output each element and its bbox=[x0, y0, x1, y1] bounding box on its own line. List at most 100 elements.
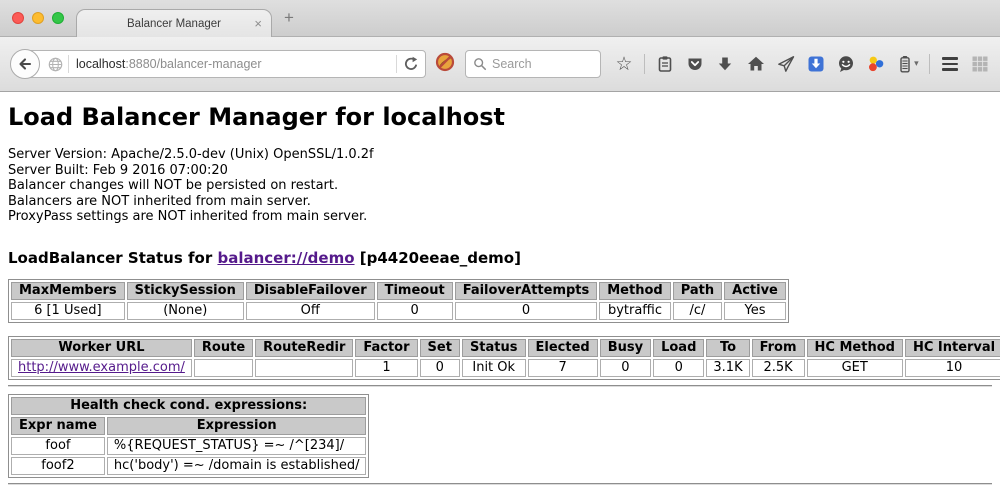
new-tab-button[interactable]: + bbox=[284, 8, 294, 28]
tab-title: Balancer Manager bbox=[127, 18, 221, 30]
expr-name-cell: foof2 bbox=[11, 457, 105, 475]
table-cell: 2.5K bbox=[752, 359, 805, 377]
window-close-button[interactable] bbox=[12, 12, 24, 24]
table-cell: Yes bbox=[724, 302, 786, 320]
extension-blue-download-icon[interactable] bbox=[806, 54, 826, 74]
column-header: HC Interval bbox=[905, 339, 1000, 357]
column-header: Active bbox=[724, 282, 786, 300]
column-header: HC Method bbox=[807, 339, 903, 357]
section-divider bbox=[8, 483, 992, 485]
page-title: Load Balancer Manager for localhost bbox=[8, 92, 992, 131]
column-header: Method bbox=[599, 282, 670, 300]
toolbar-separator bbox=[644, 54, 645, 74]
pocket-icon[interactable] bbox=[685, 54, 705, 74]
tab-close-icon[interactable]: × bbox=[254, 16, 262, 31]
table-cell: 0 bbox=[420, 359, 460, 377]
url-separator bbox=[396, 55, 397, 73]
table-cell: (None) bbox=[127, 302, 244, 320]
status-heading: LoadBalancer Status for balancer://demo … bbox=[8, 249, 992, 267]
balancer-table: MaxMembers StickySession DisableFailover… bbox=[8, 279, 789, 323]
column-header: To bbox=[706, 339, 749, 357]
extension-smiley-icon[interactable] bbox=[836, 54, 856, 74]
table-row: 6 [1 Used] (None) Off 0 0 bytraffic /c/ … bbox=[11, 302, 786, 320]
table-cell: 0 bbox=[600, 359, 651, 377]
table-cell: 0 bbox=[377, 302, 453, 320]
toolbar-separator bbox=[929, 54, 930, 74]
reload-button[interactable] bbox=[403, 56, 419, 72]
tab-bar: Balancer Manager × + bbox=[0, 0, 1000, 37]
url-bar[interactable]: localhost:8880/balancer-manager bbox=[25, 50, 426, 78]
tab-groups-icon[interactable] bbox=[970, 54, 990, 74]
extension-battery-icon bbox=[896, 55, 914, 73]
column-header: Busy bbox=[600, 339, 651, 357]
balancer-link[interactable]: balancer://demo bbox=[217, 249, 354, 267]
bookmark-star-icon[interactable]: ☆ bbox=[614, 54, 634, 74]
table-cell: Init Ok bbox=[462, 359, 526, 377]
column-header: From bbox=[752, 339, 805, 357]
worker-table: Worker URL Route RouteRedir Factor Set S… bbox=[8, 336, 1000, 380]
expr-name-cell: foof bbox=[11, 437, 105, 455]
extension-color-dots-icon[interactable] bbox=[866, 54, 886, 74]
table-row: http://www.example.com/ 1 0 Init Ok 7 0 … bbox=[11, 359, 1000, 377]
section-divider bbox=[8, 385, 992, 387]
server-info: Server Version: Apache/2.5.0-dev (Unix) … bbox=[8, 147, 992, 225]
worker-url-cell: http://www.example.com/ bbox=[11, 359, 192, 377]
search-placeholder: Search bbox=[492, 57, 532, 71]
column-header: Status bbox=[462, 339, 526, 357]
column-header: RouteRedir bbox=[255, 339, 353, 357]
column-header: Expr name bbox=[11, 417, 105, 435]
column-header: DisableFailover bbox=[246, 282, 375, 300]
column-header: Set bbox=[420, 339, 460, 357]
tab-balancer-manager[interactable]: Balancer Manager × bbox=[76, 9, 272, 38]
url-host: localhost bbox=[76, 57, 125, 71]
table-cell: Off bbox=[246, 302, 375, 320]
url-path: :8880/balancer-manager bbox=[125, 57, 261, 71]
column-header: StickySession bbox=[127, 282, 244, 300]
back-button[interactable] bbox=[10, 49, 40, 79]
url-text[interactable]: localhost:8880/balancer-manager bbox=[76, 57, 390, 71]
table-cell: bytraffic bbox=[599, 302, 670, 320]
column-header: Path bbox=[673, 282, 722, 300]
plugin-blocked-icon bbox=[435, 52, 455, 72]
table-cell: /c/ bbox=[673, 302, 722, 320]
navigation-toolbar: localhost:8880/balancer-manager Search bbox=[0, 37, 1000, 92]
send-icon[interactable] bbox=[776, 54, 796, 74]
table-cell bbox=[194, 359, 253, 377]
table-header-row: Expr name Expression bbox=[11, 417, 366, 435]
window-controls bbox=[12, 12, 64, 24]
search-bar[interactable]: Search bbox=[465, 50, 601, 78]
page-content: Load Balancer Manager for localhost Serv… bbox=[0, 92, 1000, 490]
worker-url-link[interactable]: http://www.example.com/ bbox=[18, 360, 185, 375]
table-cell: 6 [1 Used] bbox=[11, 302, 125, 320]
chevron-down-icon[interactable]: ▾ bbox=[914, 59, 919, 69]
search-icon bbox=[473, 57, 487, 71]
browser-window: Balancer Manager × + localhost:8880/bala… bbox=[0, 0, 1000, 490]
table-row: foof2 hc('body') =~ /domain is establish… bbox=[11, 457, 366, 475]
server-version-line: Server Version: Apache/2.5.0-dev (Unix) … bbox=[8, 147, 992, 163]
column-header: Timeout bbox=[377, 282, 453, 300]
column-header: Factor bbox=[355, 339, 417, 357]
window-minimize-button[interactable] bbox=[32, 12, 44, 24]
inherit-notice-line: Balancers are NOT inherited from main se… bbox=[8, 194, 992, 210]
proxypass-notice-line: ProxyPass settings are NOT inherited fro… bbox=[8, 209, 992, 225]
server-built-line: Server Built: Feb 9 2016 07:00:20 bbox=[8, 163, 992, 179]
table-cell: 0 bbox=[653, 359, 704, 377]
table-header-row: MaxMembers StickySession DisableFailover… bbox=[11, 282, 786, 300]
column-header: Expression bbox=[107, 417, 367, 435]
clipboard-icon[interactable] bbox=[655, 54, 675, 74]
toolbar-icons: ☆ bbox=[614, 54, 990, 74]
extension-battery-button[interactable]: ▾ bbox=[896, 55, 919, 73]
window-zoom-button[interactable] bbox=[52, 12, 64, 24]
table-cell: GET bbox=[807, 359, 903, 377]
table-cell bbox=[255, 359, 353, 377]
plugin-blocked-button[interactable] bbox=[435, 52, 455, 77]
table-cell: 10 bbox=[905, 359, 1000, 377]
url-separator bbox=[68, 55, 69, 73]
home-icon[interactable] bbox=[746, 54, 766, 74]
health-check-table: Health check cond. expressions: Expr nam… bbox=[8, 394, 369, 478]
expression-cell: hc('body') =~ /domain is established/ bbox=[107, 457, 367, 475]
menu-icon[interactable] bbox=[940, 54, 960, 74]
table-title-row: Health check cond. expressions: bbox=[11, 397, 366, 415]
download-icon[interactable] bbox=[715, 54, 735, 74]
back-icon bbox=[17, 56, 33, 72]
